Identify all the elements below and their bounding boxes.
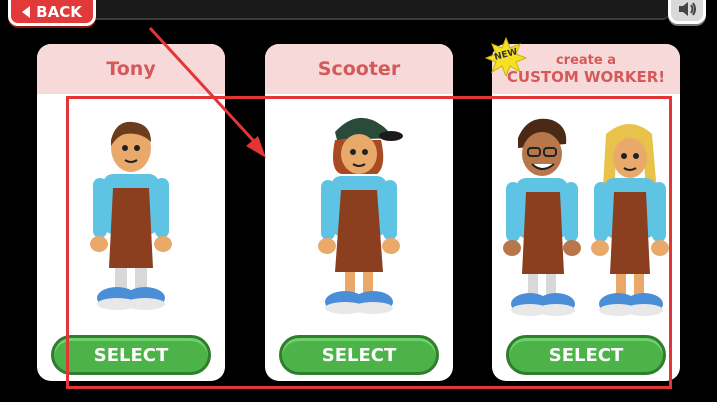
annotation-arrow-icon xyxy=(148,26,266,158)
